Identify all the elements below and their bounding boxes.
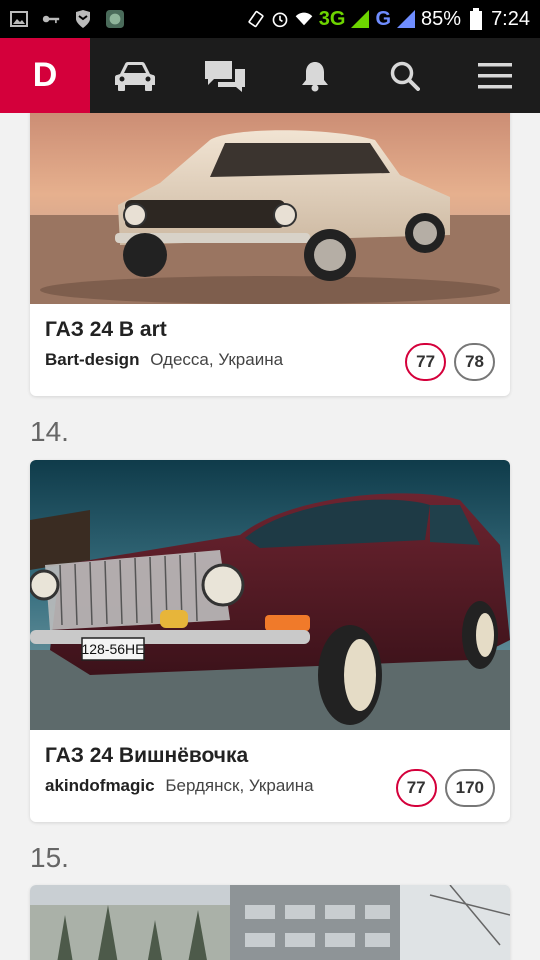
app-icon [106,10,124,28]
car-icon [115,61,155,91]
gallery-icon [10,10,28,28]
card-title[interactable]: ГАЗ 24 В art [45,318,495,342]
nav-notifications-button[interactable] [270,38,360,113]
card-title[interactable]: ГАЗ 24 Вишнёвочка [45,744,495,768]
vibrate-icon [247,10,265,28]
search-icon [390,61,420,91]
likes-badge[interactable]: 77 [405,343,447,381]
rank-number: 14. [30,416,69,447]
battery-icon [467,8,485,30]
comments-badge[interactable]: 170 [444,769,495,807]
status-bar: 3G G 85% 7:24 [0,0,540,38]
nav-menu-button[interactable] [450,38,540,113]
network-3g-label: 3G [318,7,346,30]
signal-icon [351,10,370,28]
car-photo[interactable] [30,113,510,304]
feed: ГАЗ 24 В art Bart-design Одесса, Украина… [0,113,540,960]
license-plate: 128-56НЕ [81,641,144,657]
author-link[interactable]: akindofmagic [45,776,155,795]
alarm-icon [271,10,289,28]
car-photo[interactable] [30,885,510,960]
badges: 77 170 [395,769,495,807]
badges: 77 78 [405,343,495,381]
rank-number: 15. [30,842,69,873]
card-info: ГАЗ 24 В art Bart-design Одесса, Украина… [30,304,510,396]
location: Одесса, Украина [150,350,284,369]
car-card[interactable]: 128-56НЕ ГАЗ 24 Вишнёвочка akindofmagic … [30,460,510,822]
logo-button[interactable]: D [0,38,90,113]
car-card[interactable]: ГАЗ 24 В art Bart-design Одесса, Украина… [30,113,510,396]
card-info: ГАЗ 24 Вишнёвочка akindofmagic Бердянск,… [30,730,510,822]
nav-search-button[interactable] [360,38,450,113]
chat-icon [205,60,245,92]
likes-badge[interactable]: 77 [395,769,437,807]
nav-messages-button[interactable] [180,38,270,113]
wifi-icon [295,10,313,28]
logo-letter: D [32,56,58,94]
signal-icon [397,10,416,28]
key-icon [42,10,60,28]
clock: 7:24 [491,7,530,30]
menu-icon [478,62,512,88]
battery-percent: 85% [421,7,462,30]
nav-cars-button[interactable] [90,38,180,113]
car-photo[interactable]: 128-56НЕ [30,460,510,730]
car-card[interactable] [30,885,510,960]
top-navigation: D [0,38,540,113]
comments-badge[interactable]: 78 [454,343,495,381]
author-link[interactable]: Bart-design [45,350,139,369]
bell-icon [302,61,328,91]
shield-icon [74,10,92,28]
network-g-label: G [375,7,392,30]
location: Бердянск, Украина [165,776,314,795]
